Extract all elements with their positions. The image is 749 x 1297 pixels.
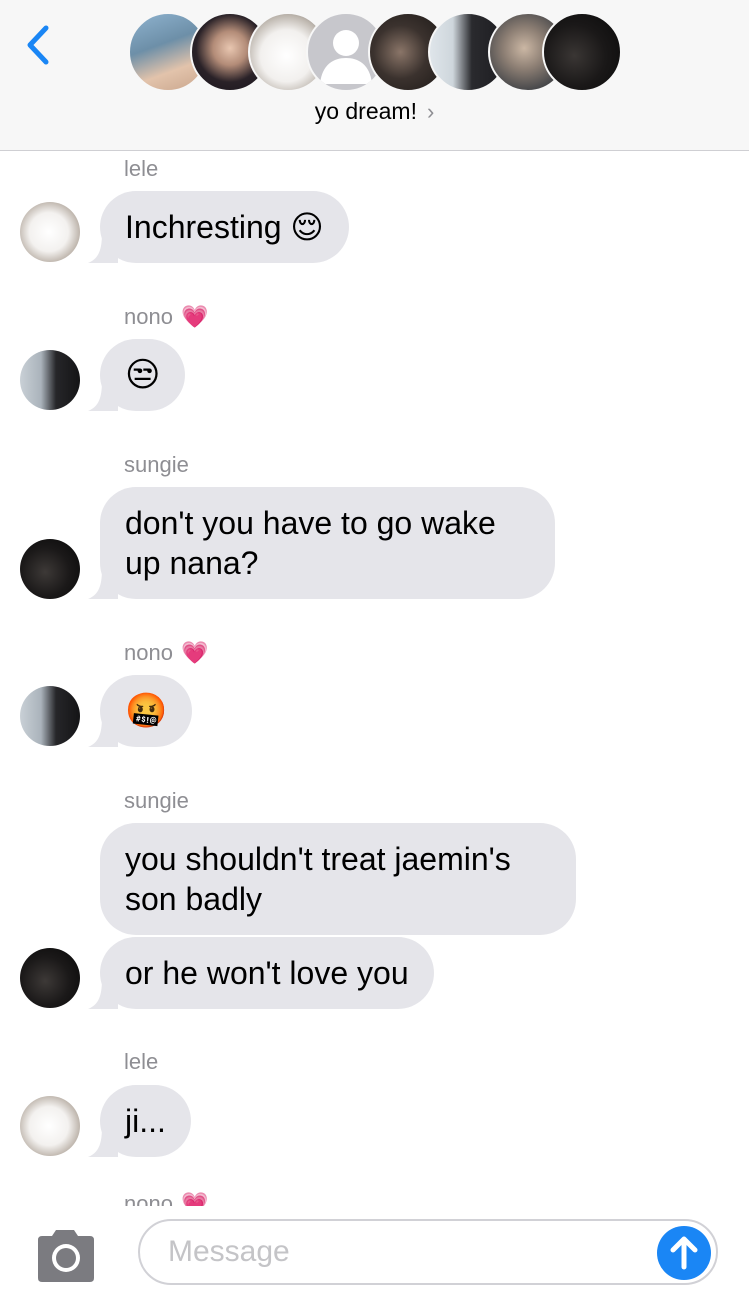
message-input[interactable]: Message — [138, 1219, 718, 1285]
dog-avatar[interactable] — [20, 202, 80, 262]
sender-name: nono 💗 — [124, 1191, 208, 1206]
message-bubble[interactable]: 😒 — [88, 339, 186, 411]
message-text: or he won't love you — [125, 955, 409, 991]
chevron-right-icon: › — [426, 99, 435, 124]
group-title-button[interactable]: yo dream! › — [0, 98, 749, 125]
participant-avatar[interactable] — [542, 12, 622, 92]
message-bubble[interactable]: 🤬 — [88, 675, 193, 747]
message-text: 😒 — [125, 356, 161, 394]
message-text: don't you have to go wake up nana? — [125, 505, 496, 581]
bubble-tail — [88, 979, 118, 1009]
heart-emoji: 💗 — [180, 640, 209, 665]
message-text: Inchresting 😌 — [125, 209, 324, 245]
sender-name: nono 💗 — [124, 304, 209, 329]
message-text: you shouldn't treat jaemin's son badly — [125, 841, 511, 917]
message-bubble[interactable]: or he won't love you — [88, 937, 434, 1009]
dark-avatar[interactable] — [20, 948, 80, 1008]
sender-name: nono 💗 — [124, 640, 209, 665]
message-bubble[interactable]: ji... — [88, 1085, 191, 1157]
group-title: yo dream! — [314, 98, 417, 124]
arrow-up-icon — [670, 1236, 698, 1270]
message-bubble-wrap[interactable]: 🤬 — [88, 675, 193, 747]
camera-button[interactable] — [34, 1228, 96, 1284]
person-avatar[interactable] — [20, 686, 80, 746]
participant-avatars[interactable] — [128, 12, 628, 92]
sender-name: sungie — [124, 788, 189, 813]
message-bubble[interactable]: Inchresting 😌 — [88, 191, 349, 263]
bubble-tail — [88, 569, 118, 599]
dog-avatar[interactable] — [20, 1096, 80, 1156]
chevron-left-icon — [27, 25, 49, 65]
message-bubble-wrap[interactable]: or he won't love you — [88, 937, 434, 1009]
bubble-tail — [88, 381, 118, 411]
message-bubble-wrap[interactable]: 😒 — [88, 339, 186, 411]
heart-emoji: 💗 — [180, 304, 209, 329]
bubble-tail — [88, 717, 118, 747]
camera-icon — [38, 1230, 94, 1282]
message-bubble-wrap[interactable]: don't you have to go wake up nana? — [88, 487, 555, 599]
dark-avatar[interactable] — [20, 539, 80, 599]
person-avatar[interactable] — [20, 350, 80, 410]
message-bubble-wrap[interactable]: ji... — [88, 1085, 191, 1157]
message-bubble[interactable]: you shouldn't treat jaemin's son badly — [100, 823, 576, 935]
compose-bar: Message — [0, 1206, 749, 1297]
send-button[interactable] — [657, 1226, 711, 1280]
bubble-tail — [88, 1127, 118, 1157]
message-text: ji... — [125, 1103, 166, 1139]
heart-emoji: 💗 — [180, 1191, 209, 1206]
message-bubble[interactable]: don't you have to go wake up nana? — [88, 487, 555, 599]
message-bubble-wrap[interactable]: Inchresting 😌 — [88, 191, 349, 263]
message-text: 🤬 — [125, 692, 168, 730]
message-thread[interactable]: lele Inchresting 😌 nono 💗 😒 sungie don't … — [0, 151, 749, 1206]
sender-name: lele — [124, 156, 159, 181]
bubble-tail — [88, 233, 118, 263]
conversation-header: yo dream! › — [0, 0, 749, 151]
sender-name: sungie — [124, 452, 189, 477]
back-button[interactable] — [22, 22, 56, 68]
sender-name: lele — [124, 1049, 159, 1074]
message-bubble-wrap[interactable]: you shouldn't treat jaemin's son badly — [100, 823, 576, 935]
message-placeholder: Message — [168, 1235, 290, 1268]
